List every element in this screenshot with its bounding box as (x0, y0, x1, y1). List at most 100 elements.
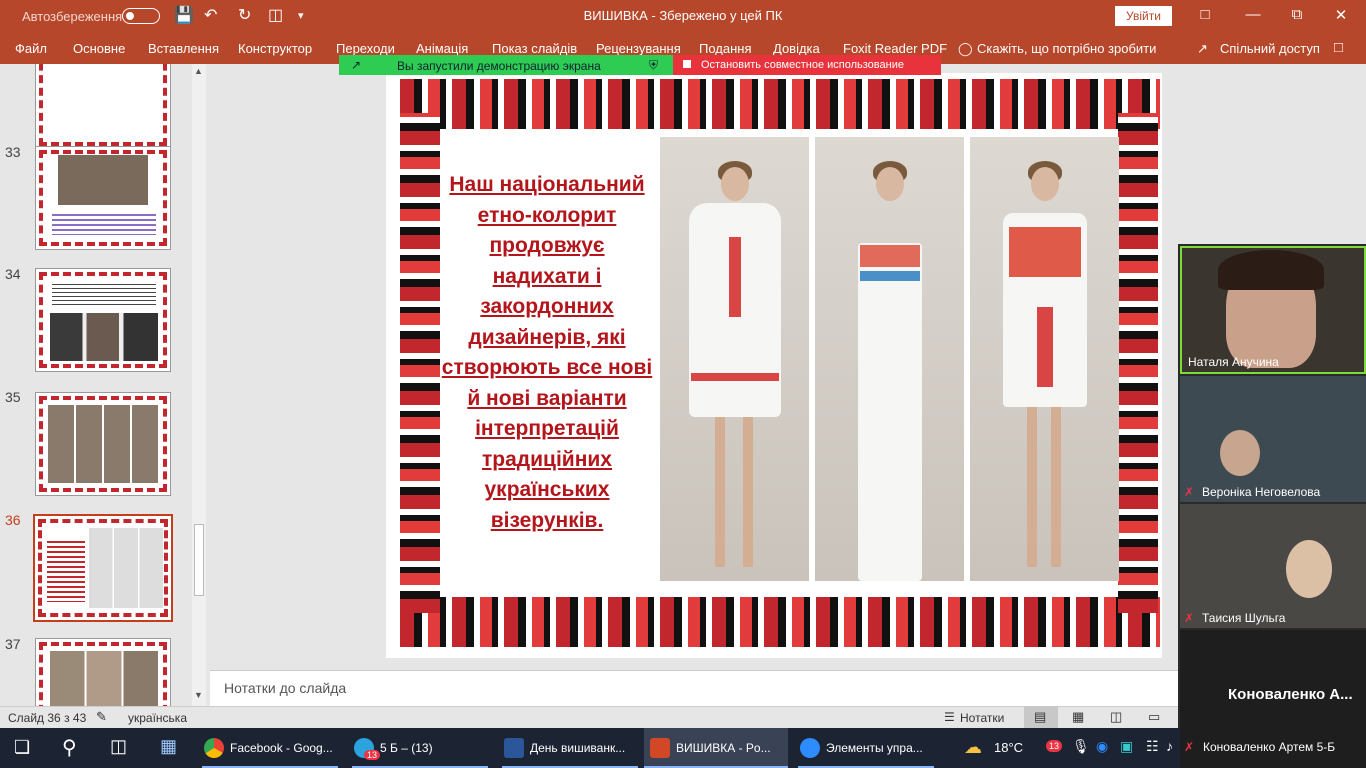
thumb-photo (89, 528, 163, 608)
head (875, 167, 904, 201)
participant-tile[interactable]: Наталя Анучина (1180, 246, 1366, 374)
notes-toggle-icon[interactable]: ☰ (944, 710, 955, 724)
runway-photo-2[interactable] (815, 137, 964, 581)
share-icon: ↗ (1197, 41, 1208, 56)
runway-photo-1[interactable] (660, 137, 809, 581)
windows-taskbar: ❏ ⚲ ◫ ▦ Facebook - Goog... 13 5 Б – (13)… (0, 728, 1366, 768)
reading-view-icon[interactable]: ◫ (1110, 709, 1122, 725)
tab-design[interactable]: Конструктор (238, 41, 312, 56)
close-button[interactable]: ✕ (1326, 6, 1356, 24)
head (720, 167, 749, 201)
stop-share-button[interactable]: Остановить совместное использование (673, 55, 941, 75)
tab-insert[interactable]: Вставлення (148, 41, 219, 56)
slide-thumbnail-36[interactable] (33, 514, 173, 622)
slide-thumbnail-34[interactable] (35, 268, 171, 372)
slide-thumbnail-37[interactable] (35, 638, 171, 706)
calculator-icon[interactable]: ▦ (160, 736, 177, 757)
tab-review[interactable]: Рецензування (596, 41, 681, 56)
weather-icon[interactable]: ☁ (964, 737, 982, 758)
scrollbar-thumb[interactable] (194, 524, 204, 596)
notes-pane[interactable]: Нотатки до слайда (210, 670, 1178, 706)
microphone-icon[interactable]: 🎙 (1072, 738, 1090, 755)
share-arrow-icon: ↗ (351, 58, 362, 72)
embroidery (1008, 227, 1081, 277)
powerpoint-icon (650, 738, 670, 758)
screen-share-banner: ↗ Вы запустили демонстрацию экрана ⛨ Ост… (339, 55, 941, 75)
tab-transitions[interactable]: Переходи (336, 41, 395, 56)
runway-photo-3[interactable] (970, 137, 1119, 581)
participant-tile[interactable]: Коноваленко А... (1180, 630, 1366, 728)
unread-badge: 13 (364, 750, 381, 760)
tab-help[interactable]: Довідка (773, 41, 820, 56)
spellcheck-icon[interactable]: ✎ (96, 709, 107, 725)
language-label[interactable]: українська (128, 711, 187, 725)
mic-muted-icon: ✗ (1184, 740, 1195, 754)
slideshow-view-icon[interactable]: ▭ (1148, 709, 1160, 725)
ribbon-display-icon[interactable]: □ (1190, 6, 1220, 23)
participant-name: Коноваленко Артем 5-Б (1203, 740, 1336, 754)
thumb-text (47, 538, 85, 602)
thumb-photo (48, 405, 160, 483)
tray-badge[interactable]: 13 (1046, 740, 1063, 752)
taskbar-app-powerpoint[interactable]: ВИШИВКА - Po... (644, 728, 788, 768)
tab-file[interactable]: Файл (15, 41, 47, 56)
tab-view[interactable]: Подання (699, 41, 752, 56)
slide-number-active: 36 (5, 512, 21, 528)
slide-body-text[interactable]: Наш національний етно-колорит продовжує … (440, 170, 654, 536)
task-view-icon[interactable]: ◫ (110, 736, 127, 757)
scroll-up-icon[interactable]: ▲ (194, 66, 203, 76)
comments-icon[interactable]: □ (1334, 39, 1343, 56)
participant-video (1220, 430, 1260, 476)
ornament-border-right (1118, 113, 1158, 613)
tell-me-search[interactable]: Скажіть, що потрібно зробити (977, 41, 1156, 56)
tab-foxit[interactable]: Foxit Reader PDF (843, 41, 947, 56)
tab-animations[interactable]: Анімація (416, 41, 468, 56)
slide-thumbnail-33[interactable] (35, 146, 171, 250)
volume-icon[interactable]: ♪ (1166, 738, 1173, 754)
participant-tile[interactable]: ✗ Таисия Шульга (1180, 504, 1366, 628)
embroidery (859, 245, 920, 267)
chrome-icon (204, 738, 224, 758)
tray-app-icon[interactable]: ▣ (1120, 738, 1133, 755)
participant-name-large: Коноваленко А... (1228, 686, 1353, 703)
notes-toggle-button[interactable]: Нотатки (960, 711, 1004, 725)
restore-button[interactable]: ⧉ (1282, 6, 1312, 23)
participant-video (1286, 540, 1332, 598)
slide-counter: Слайд 36 з 43 (8, 711, 87, 725)
participant-name: Наталя Анучина (1188, 355, 1279, 369)
taskbar-app-telegram[interactable]: 13 5 Б – (13) (348, 728, 492, 768)
thumbnails-scrollbar[interactable]: ▲ ▼ (192, 64, 206, 706)
normal-view-icon[interactable]: ▤ (1034, 709, 1046, 725)
scroll-down-icon[interactable]: ▼ (194, 690, 203, 700)
stop-share-label: Остановить совместное использование (701, 59, 904, 71)
participant-tile[interactable]: ✗ Вероніка Неговелова (1180, 376, 1366, 502)
thumb-photo (58, 155, 148, 205)
taskbar-label: ВИШИВКА - Po... (676, 741, 771, 755)
slide-thumbnails-panel: 33 34 35 36 37 (0, 64, 210, 706)
mic-muted-icon: ✗ (1184, 485, 1195, 499)
share-status-text: Вы запустили демонстрацию экрана (397, 59, 601, 73)
tab-slideshow[interactable]: Показ слайдів (492, 41, 577, 56)
sign-in-button[interactable]: Увійти (1115, 6, 1172, 26)
lightbulb-icon: ◯ (958, 41, 973, 56)
embroidery (728, 237, 741, 317)
taskbar-app-chrome[interactable]: Facebook - Goog... (198, 728, 342, 768)
zoom-tray-icon[interactable]: ◉ (1096, 738, 1108, 755)
thumb-text (52, 211, 156, 235)
minimize-button[interactable]: — (1238, 6, 1268, 23)
tab-home[interactable]: Основне (73, 41, 125, 56)
slide-thumbnail-35[interactable] (35, 392, 171, 496)
weather-temp[interactable]: 18°C (994, 740, 1023, 755)
windows-start-icon[interactable]: ❏ (14, 737, 30, 758)
slide-thumbnail-32[interactable] (35, 64, 171, 150)
taskbar-app-zoom[interactable]: Элементы упра... (794, 728, 938, 768)
taskbar-app-word[interactable]: День вишиванк... (498, 728, 642, 768)
slide-number: 34 (5, 266, 21, 282)
slide-sorter-icon[interactable]: ▦ (1072, 709, 1084, 725)
title-bar: Автозбереження 💾 ↶ ↻ ◫ ▾ ВИШИВКА - Збере… (0, 0, 1366, 32)
thumb-photo (50, 313, 158, 361)
network-icon[interactable]: ☷ (1146, 738, 1159, 755)
embroidery (690, 373, 779, 381)
share-button[interactable]: Спільний доступ (1220, 41, 1320, 56)
search-icon[interactable]: ⚲ (62, 735, 77, 760)
